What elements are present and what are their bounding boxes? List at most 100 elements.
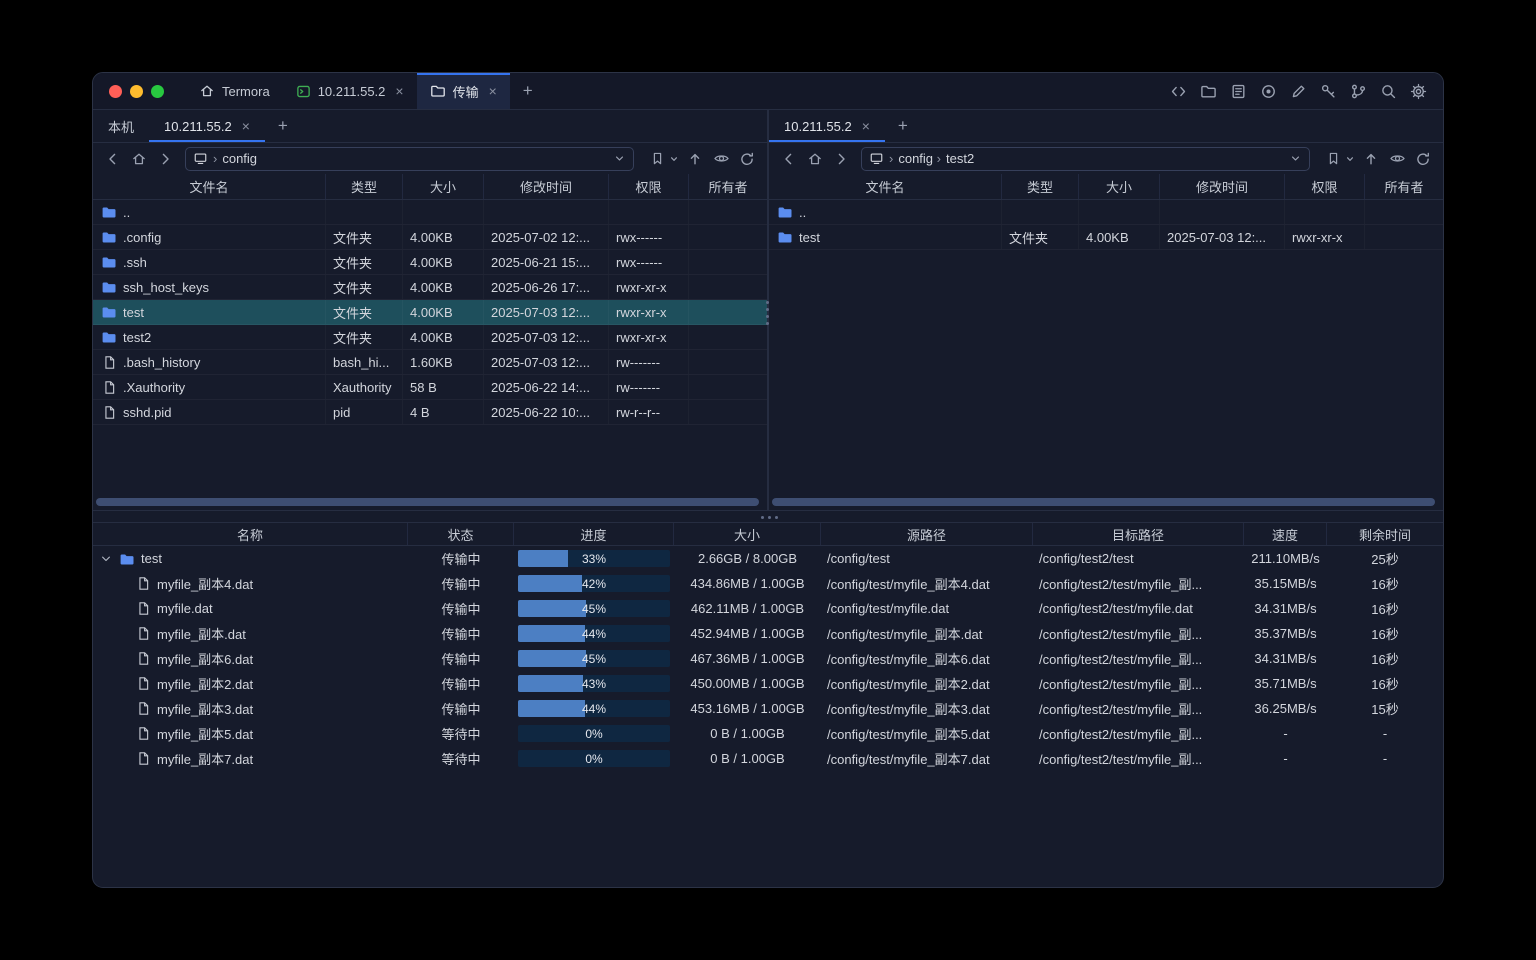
transfer-row[interactable]: myfile_副本.dat 传输中 44% 452.94MB / 1.00GB …: [93, 621, 1443, 646]
transfer-row[interactable]: test 传输中 33% 2.66GB / 8.00GB /config/tes…: [93, 546, 1443, 571]
column-header-name[interactable]: 名称: [93, 523, 408, 545]
close-tab-icon[interactable]: ×: [489, 84, 497, 98]
minimize-window-button[interactable]: [130, 85, 143, 98]
transfer-row[interactable]: myfile_副本3.dat 传输中 44% 453.16MB / 1.00GB…: [93, 696, 1443, 721]
bookmark-icon[interactable]: [645, 147, 669, 171]
breadcrumb-segment[interactable]: ›config: [889, 151, 933, 166]
column-header-size[interactable]: 大小: [403, 174, 484, 199]
column-header-source[interactable]: 源路径: [821, 523, 1033, 545]
column-header-progress[interactable]: 进度: [514, 523, 674, 545]
file-row[interactable]: sshd.pid pid 4 B 2025-06-22 10:... rw-r-…: [93, 400, 767, 425]
record-icon[interactable]: [1259, 82, 1277, 100]
home-icon[interactable]: [803, 147, 827, 171]
column-header-type[interactable]: 类型: [1002, 174, 1079, 199]
horizontal-scrollbar[interactable]: [771, 498, 1441, 507]
chevron-down-icon[interactable]: [613, 152, 626, 165]
show-hidden-eye-icon[interactable]: [709, 147, 733, 171]
transfer-row[interactable]: myfile_副本4.dat 传输中 42% 434.86MB / 1.00GB…: [93, 571, 1443, 596]
transfer-size-cell: 2.66GB / 8.00GB: [674, 546, 821, 571]
file-row[interactable]: test 文件夹 4.00KB 2025-07-03 12:... rwxr-x…: [93, 300, 767, 325]
file-row[interactable]: .bash_history bash_hi... 1.60KB 2025-07-…: [93, 350, 767, 375]
edit-icon[interactable]: [1289, 82, 1307, 100]
back-icon[interactable]: [101, 147, 125, 171]
file-row[interactable]: test2 文件夹 4.00KB 2025-07-03 12:... rwxr-…: [93, 325, 767, 350]
file-row[interactable]: ssh_host_keys 文件夹 4.00KB 2025-06-26 17:.…: [93, 275, 767, 300]
file-row[interactable]: .Xauthority Xauthority 58 B 2025-06-22 1…: [93, 375, 767, 400]
breadcrumb-segment[interactable]: ›test2: [937, 151, 975, 166]
home-icon[interactable]: [127, 147, 151, 171]
path-breadcrumb[interactable]: ›config ›test2: [861, 147, 1310, 171]
column-header-perm[interactable]: 权限: [609, 174, 689, 199]
column-header-size[interactable]: 大小: [1079, 174, 1160, 199]
caret-down-icon[interactable]: [670, 155, 678, 163]
file-row[interactable]: ..: [93, 200, 767, 225]
column-header-mtime[interactable]: 修改时间: [1160, 174, 1285, 199]
close-tab-icon[interactable]: ×: [395, 84, 403, 98]
bookmark-dropdown[interactable]: [1321, 147, 1354, 171]
chevron-down-icon[interactable]: [1289, 152, 1302, 165]
refresh-icon[interactable]: [1411, 147, 1435, 171]
close-tab-icon[interactable]: ×: [242, 119, 250, 133]
transfer-row[interactable]: myfile.dat 传输中 45% 462.11MB / 1.00GB /co…: [93, 596, 1443, 621]
transfer-row[interactable]: myfile_副本5.dat 等待中 0% 0 B / 1.00GB /conf…: [93, 721, 1443, 746]
folder-icon[interactable]: [1199, 82, 1217, 100]
back-icon[interactable]: [777, 147, 801, 171]
tab-termora-home[interactable]: Termora: [186, 73, 283, 109]
zoom-window-button[interactable]: [151, 85, 164, 98]
upload-icon[interactable]: [683, 147, 707, 171]
column-header-mtime[interactable]: 修改时间: [484, 174, 609, 199]
tab-host-session[interactable]: 10.211.55.2 ×: [283, 73, 417, 109]
tab-local-machine[interactable]: 本机: [93, 110, 149, 142]
column-header-status[interactable]: 状态: [408, 523, 514, 545]
column-header-speed[interactable]: 速度: [1244, 523, 1327, 545]
new-tab-button[interactable]: +: [265, 110, 301, 142]
column-header-owner[interactable]: 所有者: [1365, 174, 1443, 199]
settings-icon[interactable]: [1409, 82, 1427, 100]
file-row[interactable]: test 文件夹 4.00KB 2025-07-03 12:... rwxr-x…: [769, 225, 1443, 250]
path-breadcrumb[interactable]: ›config: [185, 147, 634, 171]
column-header-target[interactable]: 目标路径: [1033, 523, 1244, 545]
upload-icon[interactable]: [1359, 147, 1383, 171]
forward-icon[interactable]: [829, 147, 853, 171]
horizontal-scrollbar[interactable]: [95, 498, 765, 507]
new-tab-button[interactable]: +: [510, 73, 546, 109]
file-row[interactable]: .config 文件夹 4.00KB 2025-07-02 12:... rwx…: [93, 225, 767, 250]
column-header-filename[interactable]: 文件名: [93, 174, 326, 199]
column-header-eta[interactable]: 剩余时间: [1327, 523, 1443, 545]
show-hidden-eye-icon[interactable]: [1385, 147, 1409, 171]
transfer-splitter[interactable]: [93, 510, 1443, 523]
key-icon[interactable]: [1319, 82, 1337, 100]
branch-icon[interactable]: [1349, 82, 1367, 100]
new-tab-button[interactable]: +: [885, 110, 921, 142]
transfer-row[interactable]: myfile_副本6.dat 传输中 45% 467.36MB / 1.00GB…: [93, 646, 1443, 671]
close-tab-icon[interactable]: ×: [862, 119, 870, 133]
file-row[interactable]: .ssh 文件夹 4.00KB 2025-06-21 15:... rwx---…: [93, 250, 767, 275]
splitter-grip[interactable]: [768, 516, 771, 519]
search-icon[interactable]: [1379, 82, 1397, 100]
transfer-row[interactable]: myfile_副本2.dat 传输中 43% 450.00MB / 1.00GB…: [93, 671, 1443, 696]
column-header-size[interactable]: 大小: [674, 523, 821, 545]
tab-remote-host[interactable]: 10.211.55.2×: [769, 110, 885, 142]
expand-chevron-icon[interactable]: [99, 552, 113, 566]
file-row[interactable]: ..: [769, 200, 1443, 225]
caret-down-icon[interactable]: [1346, 155, 1354, 163]
tab-transfer[interactable]: 传输 ×: [417, 73, 510, 109]
tab-remote-host[interactable]: 10.211.55.2×: [149, 110, 265, 142]
splitter-grip[interactable]: [766, 308, 769, 311]
refresh-icon[interactable]: [735, 147, 759, 171]
column-header-owner[interactable]: 所有者: [689, 174, 767, 199]
bookmark-icon[interactable]: [1321, 147, 1345, 171]
code-icon[interactable]: [1169, 82, 1187, 100]
column-header-filename[interactable]: 文件名: [769, 174, 1002, 199]
column-header-perm[interactable]: 权限: [1285, 174, 1365, 199]
column-header-type[interactable]: 类型: [326, 174, 403, 199]
scrollbar-thumb[interactable]: [96, 498, 759, 506]
close-window-button[interactable]: [109, 85, 122, 98]
transfer-row[interactable]: myfile_副本7.dat 等待中 0% 0 B / 1.00GB /conf…: [93, 746, 1443, 771]
log-icon[interactable]: [1229, 82, 1247, 100]
breadcrumb-segment[interactable]: ›config: [213, 151, 257, 166]
scrollbar-thumb[interactable]: [772, 498, 1435, 506]
forward-icon[interactable]: [153, 147, 177, 171]
panel-splitter[interactable]: [767, 110, 769, 510]
bookmark-dropdown[interactable]: [645, 147, 678, 171]
